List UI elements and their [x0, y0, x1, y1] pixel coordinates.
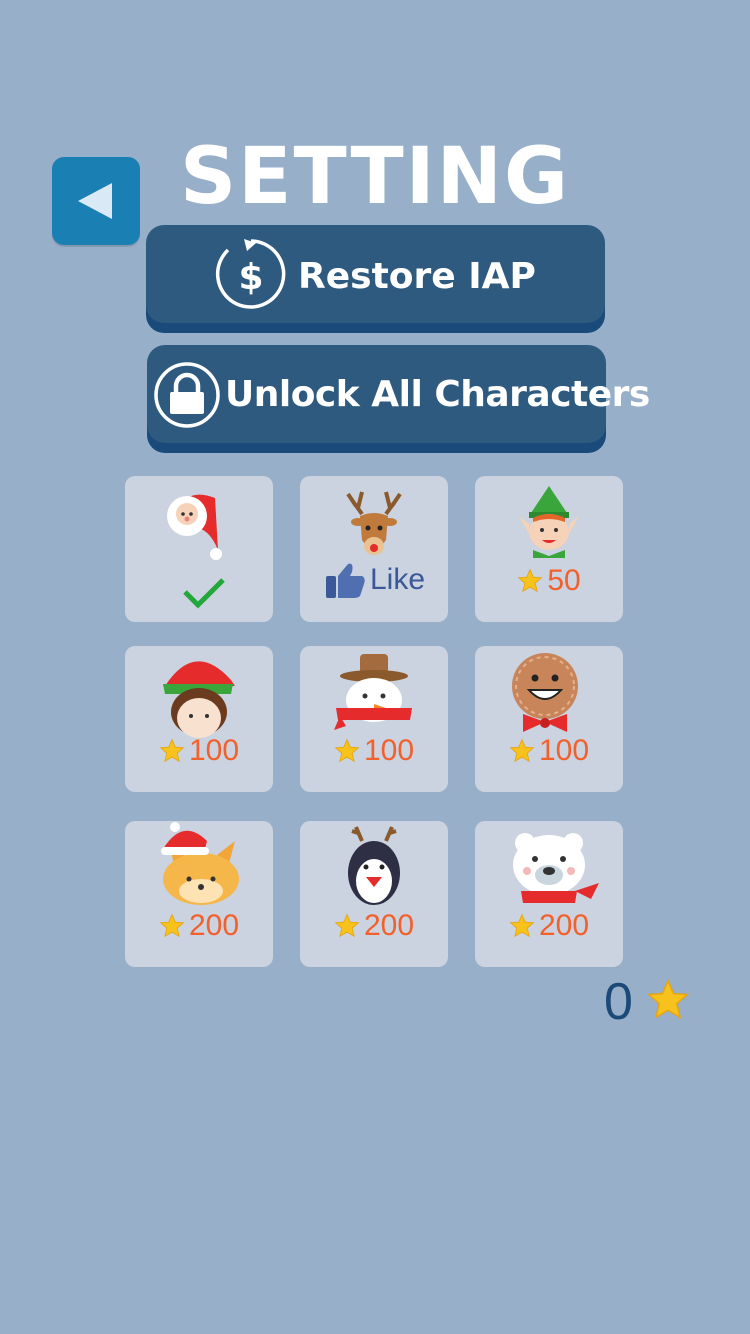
character-tile-elf-boy[interactable]: 50 [475, 476, 623, 622]
page-title: SETTING [180, 132, 570, 222]
price-value: 200 [363, 909, 415, 942]
restore-iap-button[interactable]: $ Restore IAP [146, 225, 605, 323]
star-icon [334, 738, 360, 763]
price-label: 50 [475, 564, 623, 598]
price-label: 200 [300, 909, 448, 943]
character-tile-snowman[interactable]: 100 [300, 646, 448, 792]
price-label: 100 [475, 734, 623, 768]
snowman-face-icon [334, 654, 412, 730]
price-value: 100 [538, 734, 590, 767]
star-icon [159, 738, 185, 763]
price-value: 100 [363, 734, 415, 767]
thumbs-up-icon [326, 563, 365, 598]
star-icon [334, 913, 360, 938]
fox-face-icon [161, 822, 239, 905]
like-label: Like [370, 563, 426, 596]
unlock-all-label: Unlock All Characters [225, 374, 650, 415]
price-label: 200 [475, 909, 623, 943]
star-icon [159, 913, 185, 938]
reindeer-face-icon [346, 491, 402, 555]
like-unlock: Like [324, 560, 425, 600]
character-tile-polar-bear[interactable]: 200 [475, 821, 623, 967]
star-icon [509, 738, 535, 763]
price-label: 100 [125, 734, 273, 768]
lock-icon [154, 362, 220, 428]
restore-iap-label: Restore IAP [298, 256, 536, 297]
unlock-all-characters-button[interactable]: Unlock All Characters [147, 345, 650, 443]
character-tile-elf-girl[interactable]: 100 [125, 646, 273, 792]
price-value: 50 [547, 564, 581, 597]
elf-girl-face-icon [163, 661, 235, 738]
gingerbread-face-icon [512, 653, 578, 732]
price-value: 100 [188, 734, 240, 767]
price-value: 200 [538, 909, 590, 942]
restore-dollar-icon: $ [215, 239, 286, 309]
polar-bear-face-icon [513, 833, 599, 903]
character-tile-santa[interactable] [125, 476, 273, 622]
penguin-face-icon [348, 826, 400, 905]
character-tile-fox[interactable]: 200 [125, 821, 273, 967]
star-icon [509, 913, 535, 938]
price-label: 100 [300, 734, 448, 768]
character-tile-gingerbread[interactable]: 100 [475, 646, 623, 792]
star-icon [517, 568, 543, 593]
star-balance: 0 [604, 973, 633, 1031]
character-tile-penguin[interactable]: 200 [300, 821, 448, 967]
checkmark-icon [183, 578, 225, 609]
balance-star-icon [646, 978, 690, 1019]
price-value: 200 [188, 909, 240, 942]
svg-text:$: $ [238, 257, 263, 298]
price-label: 200 [125, 909, 273, 943]
elf-boy-face-icon [519, 486, 579, 558]
character-tile-reindeer[interactable]: Like [300, 476, 448, 622]
